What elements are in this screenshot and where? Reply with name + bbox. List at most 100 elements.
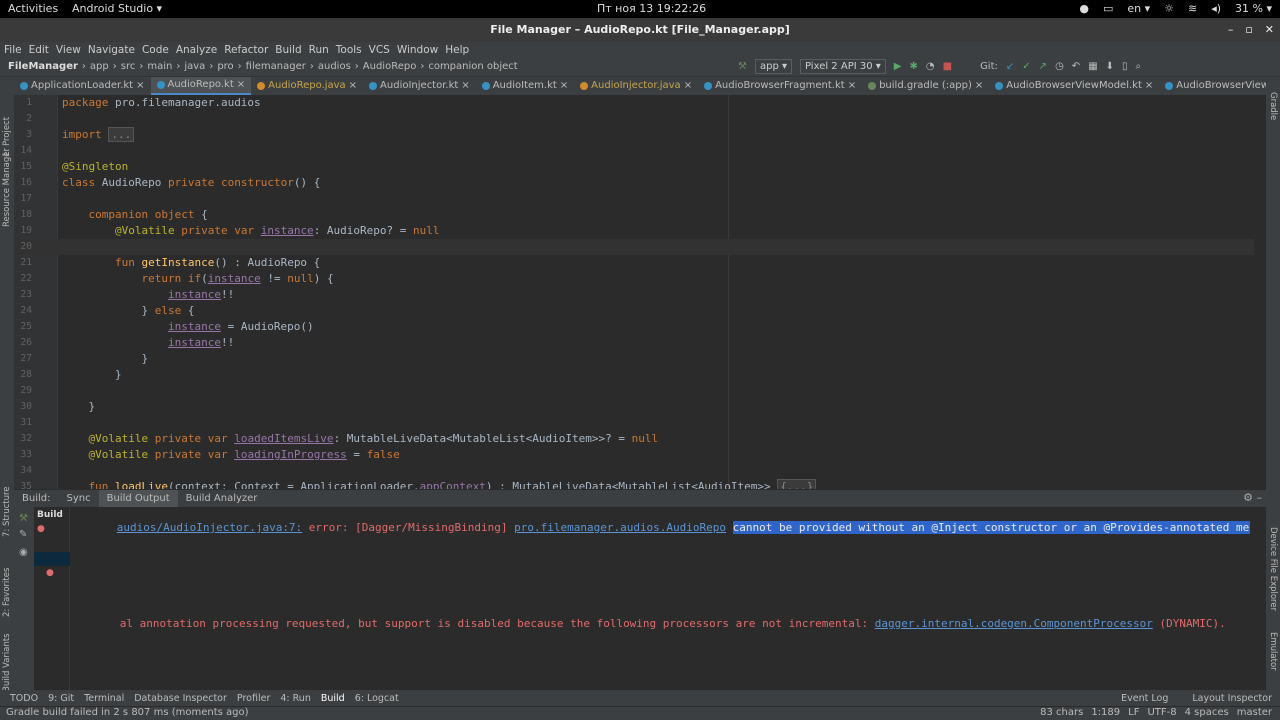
menu-build[interactable]: Build [275, 44, 301, 56]
clock[interactable]: Пт ноя 13 19:22:26 [597, 2, 706, 15]
code-line[interactable]: 25 instance = AudioRepo() [14, 319, 1254, 335]
battery-indicator[interactable]: 31 % ▾ [1235, 2, 1272, 15]
code-text[interactable]: @Volatile private var instance: AudioRep… [62, 223, 440, 239]
code-line[interactable]: 30 } [14, 399, 1254, 415]
code-text[interactable]: } [62, 351, 148, 367]
menu-run[interactable]: Run [309, 44, 329, 56]
bottom-right-tab[interactable]: Layout Inspector [1192, 693, 1272, 704]
bottom-tab-build[interactable]: Build [321, 693, 345, 704]
breadcrumb-item[interactable]: pro [217, 61, 233, 72]
menu-analyze[interactable]: Analyze [176, 44, 217, 56]
breadcrumb-item[interactable]: FileManager [8, 61, 78, 72]
code-line[interactable]: 2 [14, 111, 1254, 127]
code-line[interactable]: 22 return if(instance != null) { [14, 271, 1254, 287]
wifi-icon[interactable]: ≋ [1188, 2, 1197, 15]
editor-tab[interactable]: AudioBrowserFragment.kt × [698, 77, 862, 95]
right-tool-1[interactable]: Device File Explorer [1268, 527, 1278, 611]
git-rollback-icon[interactable]: ↶ [1072, 61, 1080, 72]
hammer-icon[interactable]: ⚒ [19, 513, 28, 524]
code-text[interactable]: fun loadLive(context: Context = Applicat… [62, 479, 817, 489]
tab-close-icon[interactable]: × [975, 77, 983, 95]
git-commit-icon[interactable]: ✓ [1022, 61, 1030, 72]
menu-edit[interactable]: Edit [29, 44, 49, 56]
git-branch[interactable]: master [1237, 707, 1272, 718]
code-text[interactable]: @Volatile private var loadingInProgress … [62, 447, 400, 463]
status-message[interactable]: Gradle build failed in 2 s 807 ms (momen… [6, 707, 249, 718]
git-update-icon[interactable]: ↙ [1006, 61, 1014, 72]
code-text[interactable]: import ... [62, 127, 135, 143]
tab-close-icon[interactable]: × [349, 77, 357, 95]
breadcrumb-item[interactable]: companion object [428, 61, 517, 72]
code-text[interactable]: package pro.filemanager.audios [62, 95, 261, 111]
left-tool-3[interactable]: 2: Favorites [2, 568, 12, 617]
selected-tree-row[interactable] [34, 552, 70, 566]
editor-tab[interactable]: ApplicationLoader.kt × [14, 77, 151, 95]
code-text[interactable]: @Singleton [62, 159, 128, 175]
editor-tab[interactable]: AudioRepo.kt × [150, 77, 252, 95]
left-tool-4[interactable]: Build Variants [2, 633, 12, 692]
minimize-icon[interactable]: – [1228, 18, 1234, 42]
code-line[interactable]: 17 [14, 191, 1254, 207]
code-line[interactable]: 1 package pro.filemanager.audios [14, 95, 1254, 111]
code-line[interactable]: 18 companion object { [14, 207, 1254, 223]
code-line[interactable]: 20 [14, 239, 1254, 255]
breadcrumb-item[interactable]: java [184, 61, 205, 72]
breadcrumb-item[interactable]: filemanager [246, 61, 306, 72]
menu-code[interactable]: Code [142, 44, 169, 56]
code-text[interactable]: } else { [62, 303, 194, 319]
menu-vcs[interactable]: VCS [369, 44, 390, 56]
editor-tab[interactable]: AudioBrowserViewModelFa× [1159, 77, 1266, 95]
eye-icon[interactable]: ◉ [19, 547, 28, 558]
menu-navigate[interactable]: Navigate [88, 44, 135, 56]
class-link[interactable]: pro.filemanager.audios.AudioRepo [514, 521, 726, 534]
bottom-tab-6-logcat[interactable]: 6: Logcat [355, 693, 399, 704]
menu-view[interactable]: View [56, 44, 81, 56]
code-text[interactable]: fun getInstance() : AudioRepo { [62, 255, 320, 271]
profile-icon[interactable]: ◔ [926, 61, 935, 72]
code-text[interactable]: } [62, 399, 95, 415]
code-line[interactable]: 19 @Volatile private var instance: Audio… [14, 223, 1254, 239]
code-text[interactable]: instance!! [62, 335, 234, 351]
code-line[interactable]: 33 @Volatile private var loadingInProgre… [14, 447, 1254, 463]
editor-tab[interactable]: build.gradle (:app) × [862, 77, 989, 95]
avd-manager-icon[interactable]: ▯ [1122, 61, 1128, 72]
pin-icon[interactable]: ✎ [19, 529, 27, 540]
bottom-tab-profiler[interactable]: Profiler [237, 693, 270, 704]
error-file-link[interactable]: audios/AudioInjector.java:7: [117, 521, 302, 534]
code-text[interactable]: instance = AudioRepo() [62, 319, 314, 335]
menu-refactor[interactable]: Refactor [224, 44, 268, 56]
processor-link[interactable]: dagger.internal.codegen.ComponentProcess… [875, 617, 1153, 630]
line-separator[interactable]: LF [1128, 707, 1139, 718]
file-encoding[interactable]: UTF-8 [1147, 707, 1176, 718]
menu-file[interactable]: File [4, 44, 22, 56]
bottom-right-tab[interactable]: Event Log [1121, 693, 1168, 704]
project-structure-icon[interactable]: ▦ [1088, 61, 1097, 72]
tab-close-icon[interactable]: × [560, 77, 568, 95]
breadcrumb-item[interactable]: main [147, 61, 172, 72]
code-text[interactable]: companion object { [62, 207, 208, 223]
code-line[interactable]: 14 [14, 143, 1254, 159]
device-selector[interactable]: Pixel 2 API 30 ▾ [800, 59, 886, 74]
code-line[interactable]: 31 [14, 415, 1254, 431]
breadcrumb-item[interactable]: app [90, 61, 109, 72]
breadcrumb-item[interactable]: AudioRepo [363, 61, 417, 72]
tab-close-icon[interactable]: × [136, 77, 144, 95]
brightness-icon[interactable]: ☼ [1164, 2, 1174, 15]
close-icon[interactable]: ✕ [1265, 18, 1274, 42]
code-line[interactable]: 34 [14, 463, 1254, 479]
bottom-tab-todo[interactable]: TODO [10, 693, 38, 704]
debug-icon[interactable]: ✱ [909, 61, 917, 72]
search-icon[interactable]: ⌕ [1136, 61, 1142, 72]
run-icon[interactable]: ▶ [894, 61, 902, 72]
code-line[interactable]: 21 fun getInstance() : AudioRepo { [14, 255, 1254, 271]
build-tab-2[interactable]: Build Output [98, 489, 178, 508]
code-line[interactable]: 26 instance!! [14, 335, 1254, 351]
code-text[interactable]: class AudioRepo private constructor() { [62, 175, 320, 191]
code-text[interactable]: @Volatile private var loadedItemsLive: M… [62, 431, 659, 447]
bottom-tab-9-git[interactable]: 9: Git [48, 693, 74, 704]
breadcrumb-item[interactable]: audios [318, 61, 351, 72]
stop-icon[interactable]: ■ [943, 61, 952, 72]
code-line[interactable]: 27 } [14, 351, 1254, 367]
shield-icon[interactable]: ● [1079, 2, 1089, 15]
volume-icon[interactable]: ◂) [1211, 2, 1221, 15]
